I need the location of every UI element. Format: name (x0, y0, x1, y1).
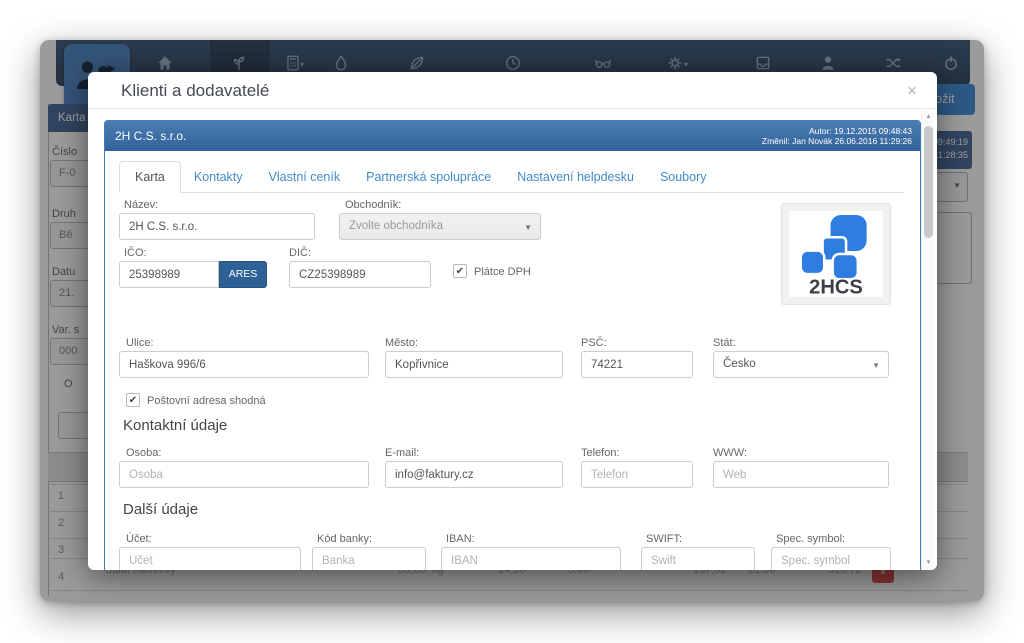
country-select[interactable]: Česko ▼ (713, 351, 889, 378)
person-label: Osoba: (126, 447, 161, 459)
email-input[interactable] (385, 461, 563, 488)
author-line: Autor: 19.12.2015 09:48:43 (762, 126, 912, 137)
tab-soubory[interactable]: Soubory (647, 162, 720, 192)
swift-label: SWIFT: (646, 533, 682, 545)
scroll-up-icon[interactable]: ▴ (922, 110, 935, 124)
tab-partnerska-spoluprace[interactable]: Partnerská spolupráce (353, 162, 504, 192)
modal-header: Klienti a dodavatelé × (88, 72, 937, 109)
postal-address-label: Poštovní adresa shodná (147, 395, 266, 407)
check-icon: ✔ (127, 394, 139, 407)
company-name: 2H C.S. s.r.o. (115, 129, 186, 143)
tab-karta[interactable]: Karta (119, 161, 181, 193)
postal-address-checkbox[interactable]: ✔ (126, 393, 140, 407)
panel-body: Karta Kontakty Vlastní ceník Partnerská … (105, 151, 920, 570)
www-label: WWW: (713, 447, 747, 459)
ares-button[interactable]: ARES (219, 261, 267, 288)
phone-input[interactable] (581, 461, 693, 488)
tab-bar: Karta Kontakty Vlastní ceník Partnerská … (119, 161, 904, 193)
tab-vlastni-cenik[interactable]: Vlastní ceník (256, 162, 354, 192)
city-input[interactable] (385, 351, 563, 378)
scrollbar-thumb[interactable] (924, 126, 933, 238)
vat-payer-label: Plátce DPH (474, 266, 531, 278)
name-label: Název: (124, 199, 158, 211)
country-select-value: Česko (723, 358, 756, 370)
person-input[interactable] (119, 461, 369, 488)
clients-suppliers-modal: Klienti a dodavatelé × ▴ ▾ 2H C.S. s.r.o… (88, 72, 937, 570)
modal-scrollbar[interactable]: ▴ ▾ (921, 110, 934, 570)
company-logo: 2HCS (789, 211, 883, 297)
spec-symbol-label: Spec. symbol: (776, 533, 845, 545)
other-section-heading: Další údaje (123, 501, 198, 518)
2hcs-logo-icon: 2HCS (794, 212, 878, 296)
vat-payer-checkbox[interactable]: ✔ (453, 264, 467, 278)
company-logo-frame: 2HCS (781, 203, 891, 305)
check-icon: ✔ (454, 265, 466, 278)
bank-code-input[interactable] (312, 547, 426, 570)
iban-label: IBAN: (446, 533, 475, 545)
city-label: Město: (385, 337, 418, 349)
salesman-label: Obchodník: (345, 199, 401, 211)
tab-kontakty[interactable]: Kontakty (181, 162, 256, 192)
country-label: Stát: (713, 337, 736, 349)
caret-down-icon: ▼ (872, 353, 880, 378)
client-detail-panel: 2H C.S. s.r.o. Autor: 19.12.2015 09:48:4… (104, 120, 921, 570)
swift-input[interactable] (641, 547, 755, 570)
street-input[interactable] (119, 351, 369, 378)
ico-label: IČO: (124, 247, 147, 259)
ico-input[interactable] (119, 261, 219, 288)
svg-text:2HCS: 2HCS (809, 276, 863, 296)
account-label: Účet: (126, 533, 152, 545)
ico-input-group: ARES (119, 261, 267, 288)
modified-line: Změnil: Jan Novák 26.06.2016 11:29:26 (762, 136, 912, 147)
salesman-select[interactable]: Zvolte obchodníka ▼ (339, 213, 541, 240)
zip-input[interactable] (581, 351, 693, 378)
panel-header: 2H C.S. s.r.o. Autor: 19.12.2015 09:48:4… (105, 121, 920, 151)
phone-label: Telefon: (581, 447, 620, 459)
zip-label: PSČ: (581, 337, 607, 349)
dic-label: DIČ: (289, 247, 311, 259)
salesman-select-value: Zvolte obchodníka (349, 220, 443, 232)
email-label: E-mail: (385, 447, 419, 459)
contact-section-heading: Kontaktní údaje (123, 417, 227, 434)
street-label: Ulice: (126, 337, 154, 349)
account-input[interactable] (119, 547, 301, 570)
record-meta: Autor: 19.12.2015 09:48:43 Změnil: Jan N… (762, 126, 912, 147)
screenshot-canvas: ▾ ▾ (0, 0, 1024, 643)
tab-nastaveni-helpdesku[interactable]: Nastavení helpdesku (504, 162, 647, 192)
www-input[interactable] (713, 461, 889, 488)
caret-down-icon: ▼ (524, 215, 532, 240)
dic-input[interactable] (289, 261, 431, 288)
scroll-down-icon[interactable]: ▾ (922, 556, 935, 570)
iban-input[interactable] (441, 547, 621, 570)
name-input[interactable] (119, 213, 315, 240)
modal-title: Klienti a dodavatelé (121, 81, 269, 101)
close-icon[interactable]: × (907, 81, 917, 101)
spec-symbol-input[interactable] (771, 547, 891, 570)
bank-code-label: Kód banky: (317, 533, 372, 545)
